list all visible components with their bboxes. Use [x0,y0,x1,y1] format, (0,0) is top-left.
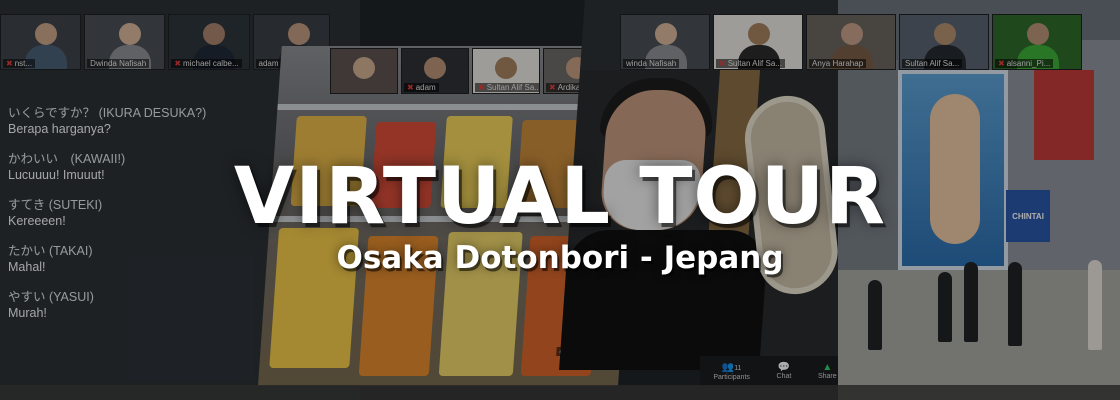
banner-title: VIRTUAL TOUR [233,152,887,242]
bottom-band [0,385,1120,400]
banner-subtitle: Osaka Dotonbori - Jepang [336,240,784,276]
virtual-tour-banner: ✖ nst... Dwinda Nafisah ✖ michael calbe...… [0,0,1120,400]
